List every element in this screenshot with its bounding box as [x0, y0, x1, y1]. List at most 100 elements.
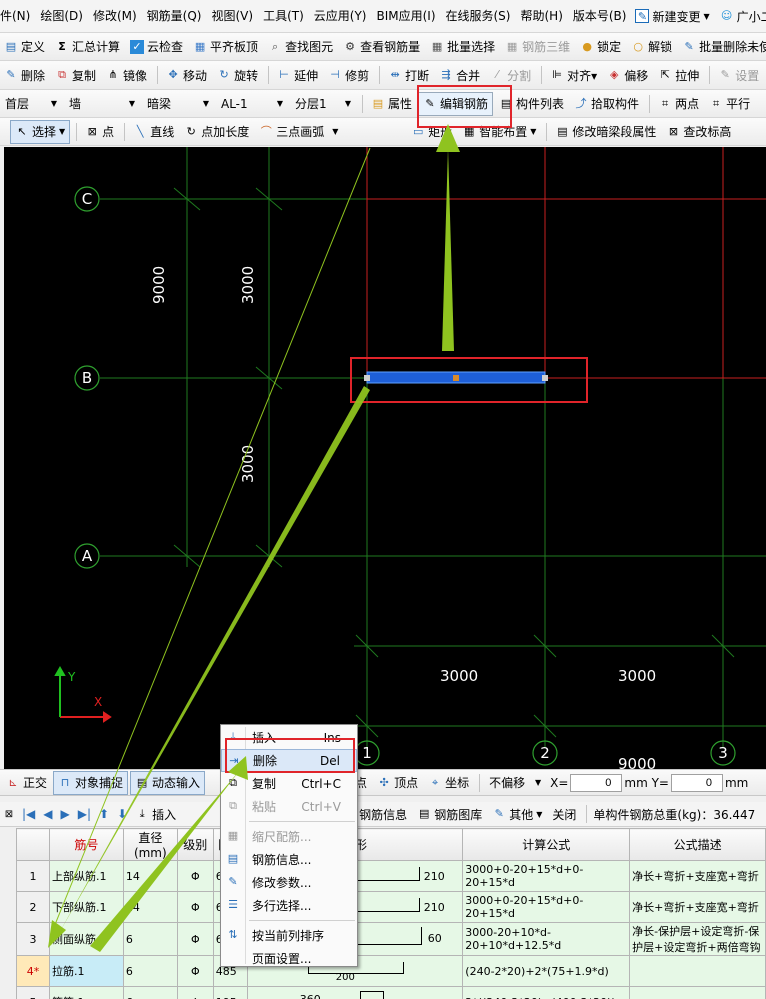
move-button[interactable]: ✥ 移动	[162, 63, 211, 87]
move-up-icon[interactable]: ⬆	[99, 807, 109, 821]
mirror-button[interactable]: ⋔ 镜像	[102, 63, 151, 87]
description-cell[interactable]: 净长+弯折+支座宽+弯折	[629, 891, 766, 923]
align-button[interactable]: ⊫ 对齐▾	[546, 63, 601, 87]
break-button[interactable]: ⇹ 打断	[384, 63, 433, 87]
properties-button[interactable]: ▤ 属性	[367, 92, 416, 116]
element-select[interactable]: AL-1 ▼	[216, 94, 288, 114]
context-rebar-info-item[interactable]: ▤ 钢筋信息...	[221, 848, 357, 871]
split-button[interactable]: ⁄ 分割	[486, 63, 535, 87]
rebar-library-button[interactable]: ▤ 钢筋图库	[413, 802, 486, 826]
insert-row-button[interactable]: ⤓ 插入	[131, 802, 180, 826]
ortho-toggle[interactable]: ⊾ 正交	[2, 771, 51, 795]
diameter-cell[interactable]: 14	[122, 891, 178, 923]
menu-rebar-qty[interactable]: 钢筋量(Q)	[142, 0, 207, 32]
modify-beam-segment-button[interactable]: ▤ 修改暗梁段属性	[551, 120, 660, 144]
close-button[interactable]: 关闭	[548, 802, 580, 826]
align-slab-top-button[interactable]: ▦ 平齐板顶	[189, 35, 262, 59]
description-cell[interactable]	[629, 955, 766, 987]
close-panel-icon[interactable]: ⊠	[2, 809, 16, 820]
table-row[interactable]: 5 箍筋.1 6 Φ 195 360 2*((240-2*20)+(400-2*…	[16, 986, 766, 999]
grade-cell[interactable]: Φ	[176, 922, 214, 956]
two-point-button[interactable]: ⌗ 两点	[654, 92, 703, 116]
menu-cloud[interactable]: 云应用(Y)	[309, 0, 372, 32]
context-modify-params-item[interactable]: ✎ 修改参数...	[221, 871, 357, 894]
description-cell[interactable]: 净长+弯折+支座宽+弯折	[629, 860, 766, 892]
formula-cell[interactable]: 2*((240-2*20)+(400-2*20))+	[462, 986, 631, 999]
pick-component-button[interactable]: ⤴ 拾取构件	[570, 92, 643, 116]
menu-modify[interactable]: 修改(M)	[88, 0, 142, 32]
grade-cell[interactable]: Φ	[176, 986, 214, 999]
formula-cell[interactable]: 3000-20+10*d-20+10*d+12.5*d	[462, 922, 631, 956]
copy-button[interactable]: ⧉ 复制	[51, 63, 100, 87]
table-row[interactable]: 1 上部纵筋.1 14 Φ 64 210 3000+0-20+15*d+0-20…	[16, 860, 766, 892]
menu-tools[interactable]: 工具(T)	[258, 0, 309, 32]
three-point-arc-button[interactable]: ⌒ 三点画弧 ▼	[255, 120, 405, 144]
x-coord-input[interactable]	[570, 773, 623, 792]
object-snap-toggle[interactable]: ⊓ 对象捕捉	[53, 770, 129, 795]
menu-help[interactable]: 帮助(H)	[515, 0, 567, 32]
figure-cell[interactable]: 195	[212, 986, 248, 999]
summary-calc-button[interactable]: Σ 汇总计算	[51, 35, 124, 59]
point-length-button[interactable]: ↻ 点加长度	[180, 120, 253, 144]
layer-select[interactable]: 分层1 ▼	[290, 94, 356, 114]
table-row[interactable]: 2 下部纵筋.1 14 Φ 64 210 3000+0-20+15*d+0-20…	[16, 891, 766, 923]
cloud-check-button[interactable]: ✓ 云检查	[126, 35, 187, 59]
define-button[interactable]: ▤ 定义	[0, 35, 49, 59]
context-copy-item[interactable]: ⧉ 复制 Ctrl+C	[221, 772, 357, 795]
lock-button[interactable]: ● 锁定	[576, 35, 625, 59]
stretch-button[interactable]: ⇱ 拉伸	[654, 63, 703, 87]
trim-button[interactable]: ⊣ 修剪	[324, 63, 373, 87]
edit-elevation-button[interactable]: ⊠ 查改标高	[662, 120, 735, 144]
bar-name-cell[interactable]: 上部纵筋.1	[48, 860, 124, 892]
diameter-cell[interactable]: 6	[122, 922, 178, 956]
col-header-formula[interactable]: 计算公式	[462, 828, 631, 861]
line-button[interactable]: ╲ 直线	[129, 120, 178, 144]
context-sort-item[interactable]: ⇅ 按当前列排序	[221, 924, 357, 947]
formula-cell[interactable]: (240-2*20)+2*(75+1.9*d)	[462, 955, 631, 987]
col-header-name[interactable]: 筋号	[48, 828, 124, 861]
drawing-canvas[interactable]: C B A 1 2 3 9000 3000 3000 3000 3000 900…	[4, 147, 766, 769]
diameter-cell[interactable]: 6	[122, 986, 178, 999]
menu-version[interactable]: 版本号(B)	[568, 0, 632, 32]
context-multi-select-item[interactable]: ☰ 多行选择...	[221, 894, 357, 917]
move-down-icon[interactable]: ⬇	[117, 807, 127, 821]
diameter-cell[interactable]: 14	[122, 860, 178, 892]
snap-vertex-toggle[interactable]: ✣ 顶点	[373, 771, 422, 795]
menu-draw[interactable]: 绘图(D)	[35, 0, 88, 32]
context-paste-item[interactable]: ⧉ 粘贴 Ctrl+V	[221, 795, 357, 818]
snap-coordinate-toggle[interactable]: ⌖ 坐标	[424, 771, 473, 795]
menu-file[interactable]: 件(N)	[0, 0, 35, 32]
col-header-diameter[interactable]: 直径(mm)	[122, 828, 178, 861]
delete-button[interactable]: ✎ 删除	[0, 63, 49, 87]
other-button[interactable]: ✎ 其他 ▼	[488, 802, 546, 826]
menu-bim[interactable]: BIM应用(I)	[371, 0, 440, 32]
subtype-select[interactable]: 暗梁 ▼	[142, 94, 214, 114]
menu-online[interactable]: 在线服务(S)	[441, 0, 516, 32]
last-record-icon[interactable]: ▶|	[78, 807, 91, 821]
formula-cell[interactable]: 3000+0-20+15*d+0-20+15*d	[462, 860, 631, 892]
col-header-grade[interactable]: 级别	[176, 828, 214, 861]
next-record-icon[interactable]: ▶	[61, 807, 70, 821]
diameter-cell[interactable]: 6	[122, 955, 178, 987]
batch-delete-unused-button[interactable]: ✎ 批量删除未使	[678, 35, 766, 59]
point-button[interactable]: ⊠ 点	[81, 120, 118, 144]
merge-button[interactable]: ⇶ 合并	[435, 63, 484, 87]
shape-cell[interactable]: 360	[246, 986, 464, 999]
bar-name-cell[interactable]: 下部纵筋.1	[48, 891, 124, 923]
grade-cell[interactable]: Φ	[176, 891, 214, 923]
unlock-button[interactable]: ○ 解锁	[627, 35, 676, 59]
bar-name-cell[interactable]: 箍筋.1	[48, 986, 124, 999]
grade-cell[interactable]: Φ	[176, 860, 214, 892]
rebar-3d-button[interactable]: ▦ 钢筋三维	[501, 35, 574, 59]
y-coord-input[interactable]	[670, 773, 723, 792]
col-header-description[interactable]: 公式描述	[629, 828, 766, 861]
select-button[interactable]: ↖ 选择 ▼	[10, 119, 71, 144]
description-cell[interactable]: 净长-保护层+设定弯折-保护层+设定弯折+两倍弯钩	[629, 922, 766, 956]
assistant-button[interactable]: ☺广小二	[716, 4, 766, 28]
new-change-button[interactable]: ✎ 新建变更 ▼	[631, 4, 713, 28]
bar-name-cell[interactable]: 侧面纵筋.1	[48, 922, 124, 956]
offset-button[interactable]: ◈ 偏移	[603, 63, 652, 87]
first-record-icon[interactable]: |◀	[22, 807, 35, 821]
extend-button[interactable]: ⊢ 延伸	[273, 63, 322, 87]
context-scale-rebar-item[interactable]: ▦ 缩尺配筋...	[221, 825, 357, 848]
